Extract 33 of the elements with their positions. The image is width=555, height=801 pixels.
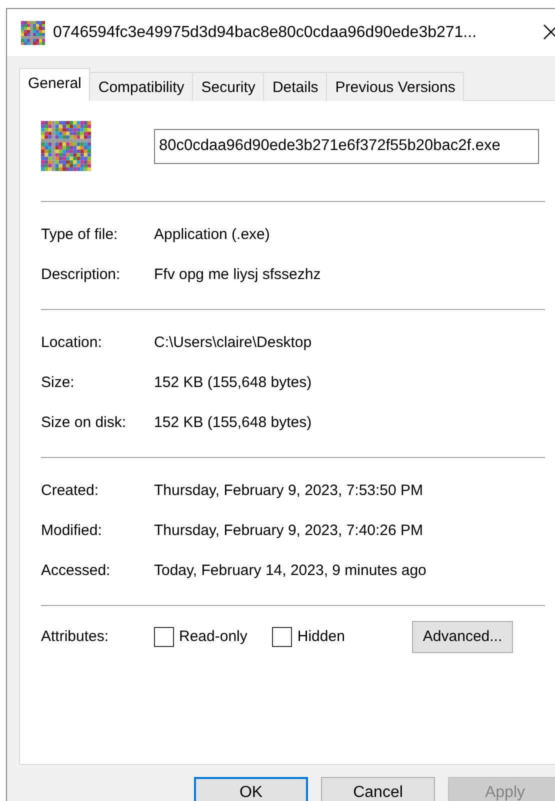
file-icon (21, 20, 45, 44)
file-icon (41, 121, 91, 171)
tab[interactable]: Security (192, 72, 264, 101)
tab[interactable]: Compatibility (89, 72, 194, 101)
attributes-label: Attributes: (41, 626, 110, 647)
dialog-button[interactable]: Cancel (321, 777, 435, 801)
field-value: Application (.exe) (154, 224, 270, 245)
field-label: Created: (41, 480, 100, 501)
field-value: C:\Users\claire\Desktop (154, 332, 312, 353)
checkbox[interactable] (272, 627, 292, 647)
dialog-button[interactable]: OK (194, 777, 308, 801)
checkbox-label[interactable]: Read-only (179, 626, 248, 648)
field-value: Thursday, February 9, 2023, 7:40:26 PM (154, 520, 424, 541)
field-label: Description: (41, 264, 122, 285)
field-value: Ffv opg me liysj sfssezhz (154, 264, 321, 285)
field-value: 152 KB (155,648 bytes) (154, 372, 312, 393)
tab[interactable]: Details (263, 72, 328, 101)
file-name-field[interactable]: 80c0cdaa96d90ede3b271e6f372f55b20bac2f.exe (154, 128, 539, 164)
field-value: 152 KB (155,648 bytes) (154, 412, 312, 433)
advanced-button[interactable]: Advanced... (412, 620, 514, 654)
window-title: 0746594fc3e49975d3d94bac8e80c0cdaa96d90ede3b271... (53, 22, 477, 42)
field-value: Thursday, February 9, 2023, 7:53:50 PM (154, 480, 424, 501)
field-label: Type of file: (41, 224, 119, 245)
field-label: Location: (41, 332, 103, 353)
field-value: Today, February 14, 2023, 9 minutes ago (154, 560, 426, 581)
tab[interactable]: General (19, 68, 90, 101)
checkbox[interactable] (154, 627, 174, 647)
field-label: Size on disk: (41, 412, 128, 433)
checkbox-label[interactable]: Hidden (297, 626, 345, 648)
field-label: Modified: (41, 520, 103, 541)
tab[interactable]: Previous Versions (326, 72, 464, 101)
field-label: Size: (41, 372, 76, 393)
field-label: Accessed: (41, 560, 112, 581)
